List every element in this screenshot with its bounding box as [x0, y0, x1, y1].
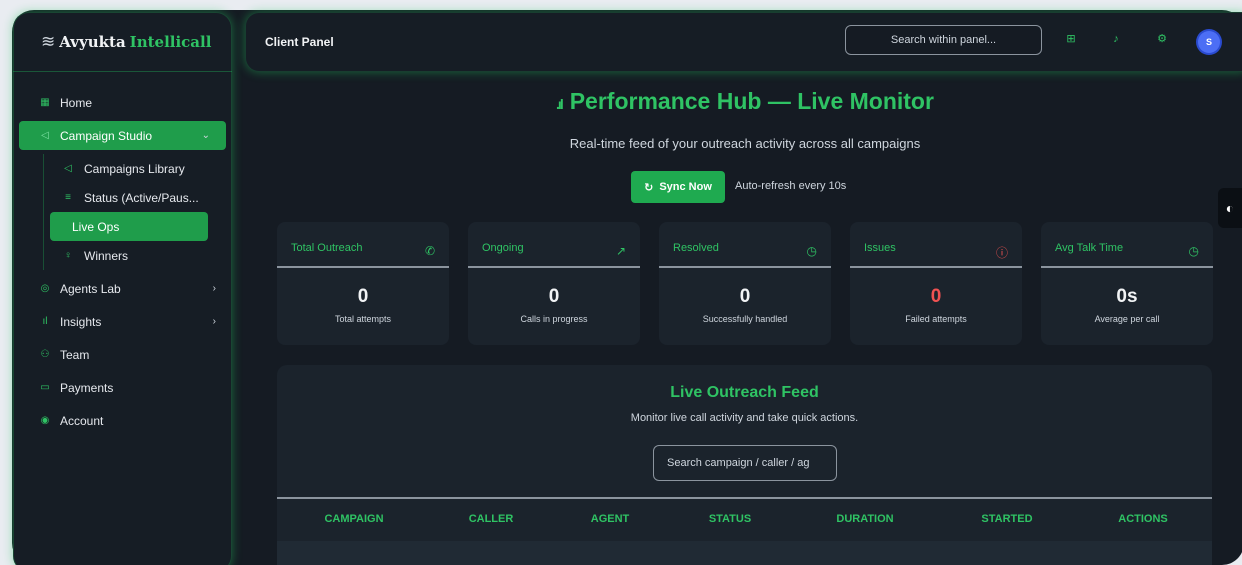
stat-card-desc: Successfully handled — [702, 314, 788, 324]
panel-search-input[interactable]: Search within panel... — [845, 25, 1042, 55]
feed-table-body — [277, 541, 1212, 565]
chevron-down-icon: ⌄ — [201, 130, 210, 141]
sidebar-item-label: Campaign Studio — [60, 128, 153, 143]
header-title: Client Panel — [265, 35, 334, 49]
robot-icon: ◎ — [40, 283, 50, 294]
phone-icon: ✆ — [424, 244, 435, 258]
stat-card-title: Total Outreach — [291, 242, 363, 254]
side-panel-toggle[interactable]: ◐ — [1218, 188, 1242, 228]
sidebar-item-label: Winners — [84, 248, 129, 263]
campaign-studio-subnav: ◁ Campaigns Library ≡ Status (Active/Pau… — [43, 154, 232, 270]
sidebar-item-team[interactable]: ⚇ Team — [13, 340, 232, 369]
sidebar-item-winners[interactable]: ♀ Winners — [44, 241, 232, 270]
stat-card-ongoing: Ongoing ↗ 0 Calls in progress — [468, 222, 640, 345]
stat-card-value: 0 — [739, 286, 751, 307]
page-title: .ıl Performance Hub — Live Monitor — [556, 88, 934, 114]
sidebar-item-label: Agents Lab — [60, 281, 121, 296]
clock-icon: ◷ — [1188, 244, 1199, 258]
column-header-caller[interactable]: CALLER — [469, 513, 514, 525]
feed-search-input[interactable]: Search campaign / caller / ag — [653, 445, 837, 481]
alert-icon: ⓘ — [995, 246, 1008, 260]
stat-card-desc: Calls in progress — [520, 314, 588, 324]
sidebar-item-campaign-studio[interactable]: ◁ Campaign Studio ⌄ — [19, 121, 226, 150]
stat-card-resolved: Resolved ◷ 0 Successfully handled — [659, 222, 831, 345]
chevron-right-icon: › — [212, 283, 216, 294]
refresh-icon: ↻ — [644, 181, 654, 194]
feed-title: Live Outreach Feed — [670, 384, 819, 401]
stat-card-title: Resolved — [673, 242, 719, 254]
brand-logo[interactable]: ≋ Avyukta Intellicall — [13, 12, 232, 72]
feed-table-header: CAMPAIGN CALLER AGENT STATUS DURATION ST… — [277, 497, 1212, 541]
column-header-duration[interactable]: DURATION — [836, 513, 893, 525]
stat-card-desc: Failed attempts — [905, 314, 967, 324]
sidebar-item-label: Status (Active/Paus... — [84, 190, 199, 205]
users-icon: ⚇ — [40, 349, 50, 360]
stat-card-title: Avg Talk Time — [1055, 242, 1124, 254]
sidebar-item-label: Payments — [60, 380, 114, 395]
sidebar-item-label: Home — [60, 95, 93, 110]
stat-card-title: Ongoing — [482, 242, 524, 254]
column-header-agent[interactable]: AGENT — [591, 513, 630, 525]
sidebar-item-label: Live Ops — [72, 219, 120, 234]
megaphone-icon: ◁ — [41, 130, 49, 141]
megaphone-icon: ◁ — [64, 163, 72, 174]
sidebar-item-account[interactable]: ◉ Account — [13, 406, 232, 435]
user-circle-icon: ◉ — [40, 415, 50, 426]
column-header-started[interactable]: STARTED — [981, 513, 1032, 525]
sidebar-item-insights[interactable]: ıl Insights › — [13, 307, 232, 336]
stat-card-value: 0 — [357, 286, 369, 307]
stat-card-value: 0 — [930, 286, 942, 307]
feed-subtitle: Monitor live call activity and take quic… — [630, 412, 859, 424]
brand-name: Avyukta — [59, 32, 126, 51]
trend-up-icon: ↗ — [615, 244, 626, 258]
stat-card-value: 0 — [548, 286, 560, 307]
stat-card-issues: Issues ⓘ 0 Failed attempts — [850, 222, 1022, 345]
sidebar-item-live-ops[interactable]: Live Ops — [50, 212, 208, 241]
sidebar-item-payments[interactable]: ▭ Payments — [13, 373, 232, 402]
column-header-actions[interactable]: ACTIONS — [1118, 513, 1168, 525]
stat-card-value: 0s — [1116, 286, 1138, 307]
card-icon: ▭ — [40, 382, 50, 393]
column-header-campaign[interactable]: CAMPAIGN — [324, 513, 383, 525]
stat-card-desc: Total attempts — [334, 314, 392, 324]
sidebar-item-label: Account — [60, 413, 104, 428]
sync-now-label: Sync Now — [659, 181, 712, 193]
top-header: Client Panel Search within panel... ⊞ ♪ … — [245, 12, 1242, 72]
live-outreach-feed: Live Outreach Feed Monitor live call act… — [277, 365, 1212, 565]
grid-icon: ▦ — [40, 97, 50, 108]
bell-icon[interactable]: ♪ — [1108, 31, 1124, 47]
page-subtitle: Real-time feed of your outreach activity… — [569, 136, 921, 151]
sidebar: ≋ Avyukta Intellicall ▦ Home ◁ Campaign … — [13, 12, 232, 565]
signal-bars-icon: .ıl — [556, 96, 564, 112]
chevron-right-icon: › — [212, 316, 216, 327]
sidebar-item-label: Insights — [60, 314, 102, 329]
trophy-icon: ♀ — [64, 250, 72, 261]
sidebar-item-home[interactable]: ▦ Home — [13, 88, 232, 117]
sidebar-item-status[interactable]: ≡ Status (Active/Paus... — [44, 183, 232, 212]
filter-icon: ≡ — [65, 192, 71, 203]
plus-square-icon[interactable]: ⊞ — [1063, 31, 1079, 47]
brand-icon: ≋ — [41, 31, 56, 51]
brand-accent: Intellicall — [129, 32, 212, 51]
clock-icon: ◷ — [806, 244, 817, 258]
bar-chart-icon: ıl — [42, 316, 48, 327]
sync-now-button[interactable]: ↻ Sync Now — [631, 171, 725, 203]
auto-refresh-note: Auto-refresh every 10s — [735, 180, 847, 192]
sidebar-item-label: Team — [60, 347, 90, 362]
stat-card-avg-talk-time: Avg Talk Time ◷ 0s Average per call — [1041, 222, 1213, 345]
settings-icon[interactable]: ⚙ — [1154, 31, 1170, 47]
sidebar-nav: ▦ Home ◁ Campaign Studio ⌄ ◁ Campaigns L… — [13, 72, 232, 435]
sidebar-item-campaigns-library[interactable]: ◁ Campaigns Library — [44, 154, 232, 183]
avatar[interactable]: S — [1198, 31, 1220, 53]
sidebar-item-agents-lab[interactable]: ◎ Agents Lab › — [13, 274, 232, 303]
column-header-status[interactable]: STATUS — [709, 513, 751, 525]
sidebar-item-label: Campaigns Library — [84, 161, 185, 176]
stat-card-desc: Average per call — [1094, 314, 1160, 324]
stat-card-title: Issues — [864, 242, 896, 254]
stat-card-total-outreach: Total Outreach ✆ 0 Total attempts — [277, 222, 449, 345]
